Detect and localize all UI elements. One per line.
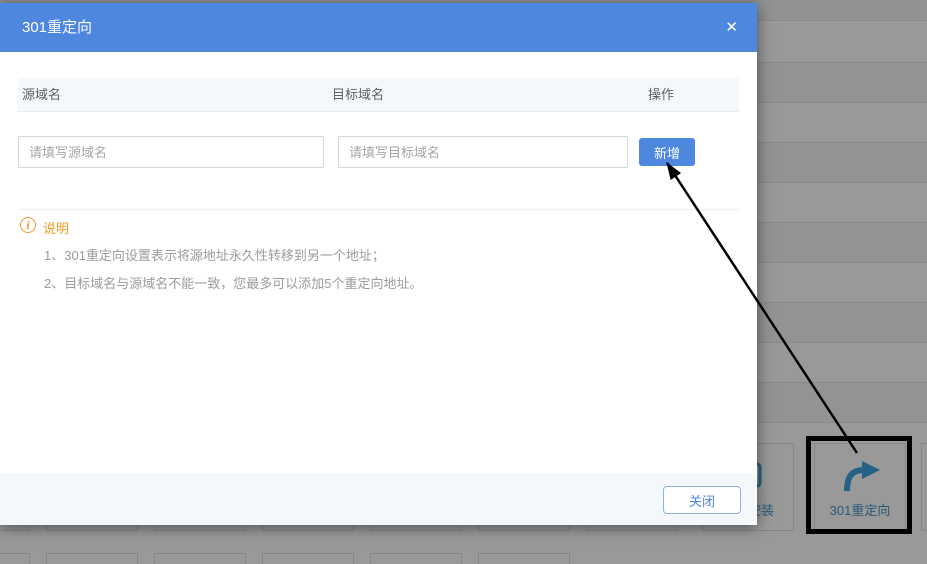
notice-item: 2、目标域名与源域名不能一致，您最多可以添加5个重定向地址。 <box>44 273 422 292</box>
screen: 程序安装 301重定向 301重定向 ✕ 源域名 <box>0 0 927 564</box>
notice-item: 1、301重定向设置表示将源地址永久性转移到另一个地址； <box>44 245 385 264</box>
close-button[interactable]: 关闭 <box>663 486 741 514</box>
modal-header: 301重定向 ✕ <box>0 3 757 52</box>
source-domain-input[interactable] <box>18 136 324 168</box>
notice-title: 说明 <box>43 218 69 237</box>
column-header-action: 操作 <box>648 78 674 112</box>
modal-title: 301重定向 <box>22 3 92 52</box>
modal-footer: 关闭 <box>0 473 757 525</box>
add-button[interactable]: 新增 <box>639 138 695 166</box>
info-icon: i <box>20 217 36 233</box>
divider <box>18 209 739 210</box>
target-domain-input[interactable] <box>338 136 628 168</box>
column-header-source-domain: 源域名 <box>22 78 61 112</box>
redirect-table-header: 源域名 目标域名 操作 <box>18 78 739 112</box>
column-header-target-domain: 目标域名 <box>332 78 384 112</box>
close-icon[interactable]: ✕ <box>721 3 742 52</box>
redirect-modal: 301重定向 ✕ 源域名 目标域名 操作 新增 i 说明 1、301重定向设置表… <box>0 3 757 525</box>
